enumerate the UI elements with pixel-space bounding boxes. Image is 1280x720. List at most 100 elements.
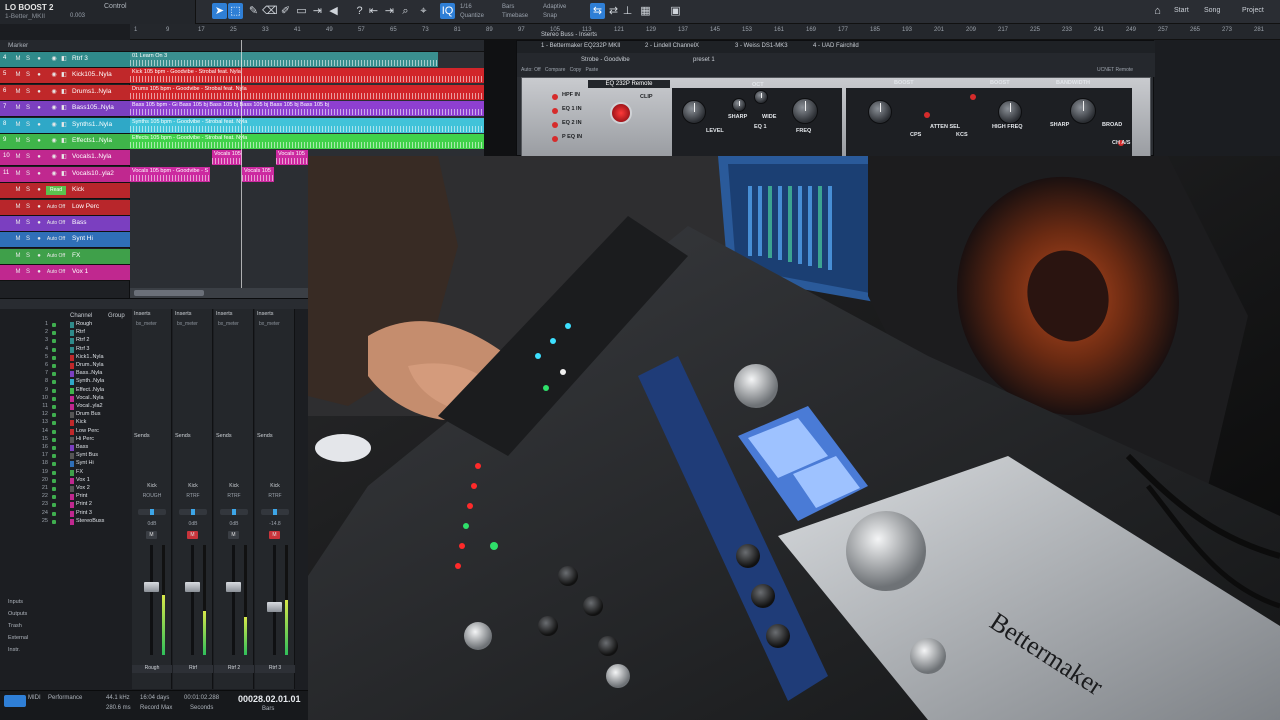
- help-icon[interactable]: ?: [352, 3, 367, 19]
- automation-mode[interactable]: Auto Off: [46, 268, 66, 277]
- audio-clip[interactable]: Effects 105 bpm - Goodvibe - Strobal fea…: [130, 134, 484, 149]
- plugin-tab-1[interactable]: 1 - Bettermaker EQ232P MKII: [541, 43, 621, 49]
- record-arm-button[interactable]: M: [187, 531, 198, 539]
- channel-visible-icon[interactable]: [52, 364, 56, 368]
- mute-button[interactable]: M: [14, 203, 22, 212]
- channel-visible-icon[interactable]: [52, 405, 56, 409]
- solo-button[interactable]: S: [24, 219, 32, 228]
- channel-list-item[interactable]: 13 Kick: [38, 419, 130, 427]
- monitor-button[interactable]: ◉: [50, 88, 58, 97]
- channel-list-item[interactable]: 9 Effect..Nyla: [38, 387, 130, 395]
- timebase-value[interactable]: Bars: [502, 4, 514, 11]
- fader-track[interactable]: [191, 545, 194, 655]
- channel-list-item[interactable]: 1 Rough: [38, 321, 130, 329]
- channel-visible-icon[interactable]: [52, 323, 56, 327]
- mute-button[interactable]: M: [14, 219, 22, 228]
- preset-name[interactable]: Strobe - Goodvibe: [581, 57, 630, 63]
- plugin-tab-2[interactable]: 2 - Lindell ChannelX: [645, 43, 699, 49]
- eq2-led[interactable]: [552, 122, 558, 128]
- track-header[interactable]: 4 M S ● ◉ ◧ Rtrf 3: [0, 52, 130, 68]
- level-knob[interactable]: [682, 100, 706, 124]
- channel-visible-icon[interactable]: [52, 421, 56, 426]
- pin-icon[interactable]: ⊥: [620, 3, 635, 19]
- project-tab[interactable]: Project: [1242, 7, 1264, 14]
- channel-list-item[interactable]: 14 Low Perc: [38, 428, 130, 436]
- input-button[interactable]: ◧: [60, 153, 68, 162]
- channel-list-item[interactable]: 5 Kick1..Nyla: [38, 354, 130, 362]
- mute-button[interactable]: M: [14, 252, 22, 261]
- monitor-button[interactable]: ◉: [50, 170, 58, 179]
- view-icon[interactable]: ▣: [668, 3, 683, 19]
- console-side-label[interactable]: Trash: [8, 623, 38, 635]
- plugin-tab-3[interactable]: 3 - Weiss DS1-MK3: [735, 43, 788, 49]
- solo-button[interactable]: S: [24, 121, 32, 130]
- nudge-icon[interactable]: ⇄: [606, 3, 621, 19]
- inserts-label[interactable]: Inserts: [216, 311, 233, 317]
- start-icon[interactable]: ⌂: [1150, 3, 1165, 19]
- pan-slider[interactable]: [220, 509, 248, 515]
- loop-icon[interactable]: ⇆: [590, 3, 605, 19]
- insert-slot[interactable]: bx_meter: [218, 321, 239, 327]
- inserts-label[interactable]: Inserts: [134, 311, 151, 317]
- record-button[interactable]: ●: [35, 71, 43, 80]
- monitor-button[interactable]: ◉: [50, 137, 58, 146]
- mute-button[interactable]: M: [14, 235, 22, 244]
- marker-track[interactable]: Marker: [0, 40, 515, 52]
- solo-button[interactable]: S: [24, 170, 32, 179]
- freq-knob[interactable]: [792, 98, 818, 124]
- mute-button[interactable]: M: [14, 170, 22, 179]
- power-button[interactable]: [610, 102, 632, 124]
- mute-button[interactable]: M: [14, 71, 22, 80]
- channel-list-item[interactable]: 16 Bass: [38, 444, 130, 452]
- copy-button[interactable]: Copy: [570, 67, 582, 73]
- channel-visible-icon[interactable]: [52, 519, 56, 524]
- solo-button[interactable]: S: [24, 186, 32, 195]
- insert-slot[interactable]: bx_meter: [259, 321, 280, 327]
- sends-label[interactable]: Sends: [216, 433, 232, 439]
- record-arm-button[interactable]: M: [269, 531, 280, 539]
- track-header[interactable]: M S ● Auto Off FX: [0, 248, 130, 265]
- channel-visible-icon[interactable]: [52, 446, 56, 450]
- channel-list-item[interactable]: 18 Synt Hi: [38, 460, 130, 468]
- console-side-label[interactable]: External: [8, 635, 38, 647]
- record-arm-button[interactable]: M: [228, 531, 239, 539]
- channel-visible-icon[interactable]: [52, 454, 56, 459]
- audio-clip[interactable]: Drums 105 bpm - Goodvibe - Strobal feat.…: [130, 84, 484, 100]
- pencil-tool-icon[interactable]: ✎: [246, 3, 261, 19]
- channel-visible-icon[interactable]: [52, 396, 56, 401]
- track-header[interactable]: 9 M S ● ◉ ◧ Effects1..Nyla: [0, 134, 130, 150]
- channel-visible-icon[interactable]: [52, 429, 56, 434]
- auto-mode[interactable]: Auto: Off Compare Copy Paste: [521, 67, 598, 73]
- audio-clip[interactable]: Vocals 105: [212, 150, 242, 166]
- channel-list-item[interactable]: 24 Print 3: [38, 510, 130, 518]
- input-button[interactable]: ◧: [60, 170, 68, 179]
- channel-list-item[interactable]: 2 Rtrf: [38, 329, 130, 337]
- audio-clip[interactable]: Vocals 105: [242, 166, 274, 182]
- eraser-tool-icon[interactable]: ⌫: [262, 3, 278, 19]
- channel-list-item[interactable]: 23 Print 2: [38, 501, 130, 509]
- audio-clip[interactable]: 01 Learn On 3: [130, 52, 438, 67]
- strip-name-label[interactable]: Rtrf: [173, 665, 213, 673]
- record-button[interactable]: ●: [35, 170, 43, 179]
- arrangement-view-extended[interactable]: 01 Learn On 3 Kick 105 bpm - Goodvibe - S…: [130, 52, 484, 156]
- channel-list-item[interactable]: 8 Synth..Nyla: [38, 378, 130, 386]
- channel-visible-icon[interactable]: [52, 355, 56, 360]
- paint-tool-icon[interactable]: ✐: [278, 3, 293, 19]
- channel-list-item[interactable]: 11 Vocal..yla2: [38, 403, 130, 411]
- record-button[interactable]: ●: [35, 137, 43, 146]
- automation-mode[interactable]: Read: [46, 186, 66, 196]
- automation-mode[interactable]: Auto Off: [46, 203, 66, 212]
- monitor-button[interactable]: ◉: [50, 71, 58, 80]
- mute-button[interactable]: M: [14, 121, 22, 130]
- sharp-knob[interactable]: [732, 98, 746, 112]
- track-header[interactable]: 7 M S ● ◉ ◧ Bass105..Nyla: [0, 101, 130, 118]
- track-header[interactable]: 5 M S ● ◉ ◧ Kick105..Nyla: [0, 68, 130, 85]
- channel-visible-icon[interactable]: [52, 495, 56, 500]
- audio-clip[interactable]: Synths 105 bpm - Goodvibe - Strobal feat…: [130, 117, 484, 133]
- hpf-led[interactable]: [552, 94, 558, 100]
- solo-button[interactable]: S: [24, 88, 32, 97]
- mute-tool-icon[interactable]: ⇥: [310, 3, 325, 19]
- automation-mode[interactable]: Auto Off: [46, 252, 66, 261]
- kcs-led[interactable]: [924, 112, 930, 118]
- fader-handle[interactable]: [185, 581, 200, 592]
